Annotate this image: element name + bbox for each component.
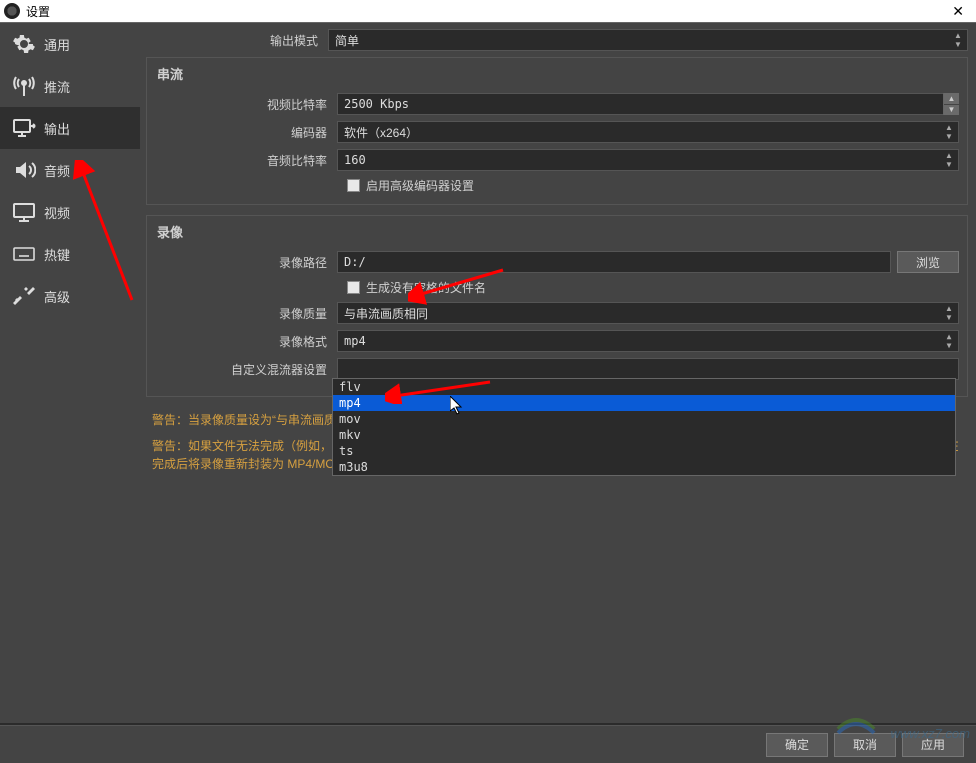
video-bitrate-stepper[interactable]: 2500 Kbps ▲ ▼ xyxy=(337,93,959,115)
encoder-label: 编码器 xyxy=(155,124,337,141)
close-icon[interactable]: ✕ xyxy=(944,3,972,20)
watermark-text: www.xz7.com xyxy=(891,726,970,741)
video-bitrate-value[interactable]: 2500 Kbps xyxy=(337,93,943,115)
footer: 确定 取消 应用 xyxy=(0,725,976,763)
speaker-icon xyxy=(10,156,38,184)
recording-quality-label: 录像质量 xyxy=(155,305,337,322)
obs-icon xyxy=(4,3,20,19)
checkbox-icon[interactable] xyxy=(347,281,360,294)
streaming-title: 串流 xyxy=(157,64,959,83)
body: 通用 推流 输出 音频 视频 xyxy=(0,23,976,723)
watermark-logo-icon xyxy=(836,709,876,737)
sidebar-item-label: 音频 xyxy=(44,161,70,180)
output-mode-value: 简单 xyxy=(335,32,359,49)
tools-icon xyxy=(10,282,38,310)
recording-panel: 录像 录像路径 D:/ 浏览 生成没有空格的文件名 录像质量 与串流画 xyxy=(146,215,968,397)
monitor-out-icon xyxy=(10,114,38,142)
sidebar-item-output[interactable]: 输出 xyxy=(0,107,140,149)
encoder-select[interactable]: 软件（x264） ▲▼ xyxy=(337,121,959,143)
nospace-label: 生成没有空格的文件名 xyxy=(366,279,486,296)
format-option-mov[interactable]: mov xyxy=(333,411,955,427)
output-mode-label: 输出模式 xyxy=(146,32,328,49)
sidebar-item-audio[interactable]: 音频 xyxy=(0,149,140,191)
sidebar-item-stream[interactable]: 推流 xyxy=(0,65,140,107)
antenna-icon xyxy=(10,72,38,100)
audio-bitrate-select[interactable]: 160 ▲▼ xyxy=(337,149,959,171)
recording-format-value: mp4 xyxy=(344,334,366,348)
monitor-icon xyxy=(10,198,38,226)
recording-format-dropdown[interactable]: flv mp4 mov mkv ts m3u8 xyxy=(332,378,956,476)
recording-path-label: 录像路径 xyxy=(155,254,337,271)
sidebar-item-advanced[interactable]: 高级 xyxy=(0,275,140,317)
recording-quality-value: 与串流画质相同 xyxy=(344,305,428,322)
format-option-mkv[interactable]: mkv xyxy=(333,427,955,443)
encoder-value: 软件（x264） xyxy=(344,124,418,141)
sidebar: 通用 推流 输出 音频 视频 xyxy=(0,23,140,723)
audio-bitrate-value: 160 xyxy=(344,153,366,167)
audio-bitrate-label: 音频比特率 xyxy=(155,152,337,169)
streaming-panel: 串流 视频比特率 2500 Kbps ▲ ▼ 编码器 xyxy=(146,57,968,205)
sidebar-item-label: 热键 xyxy=(44,245,70,264)
format-option-flv[interactable]: flv xyxy=(333,379,955,395)
sidebar-item-general[interactable]: 通用 xyxy=(0,23,140,65)
muxer-input[interactable] xyxy=(337,358,959,380)
nospace-row[interactable]: 生成没有空格的文件名 xyxy=(347,279,959,296)
chevron-updown-icon: ▲▼ xyxy=(942,152,956,168)
output-mode-select[interactable]: 简单 ▲▼ xyxy=(328,29,968,51)
sidebar-item-label: 推流 xyxy=(44,77,70,96)
advanced-encoder-row[interactable]: 启用高级编码器设置 xyxy=(347,177,959,194)
stepper-up-icon[interactable]: ▲ xyxy=(944,93,959,104)
muxer-label: 自定义混流器设置 xyxy=(155,361,337,378)
recording-format-select[interactable]: mp4 ▲▼ xyxy=(337,330,959,352)
main-content: 输出模式 简单 ▲▼ 串流 视频比特率 2500 Kbps ▲ ▼ xyxy=(140,23,976,723)
ok-button[interactable]: 确定 xyxy=(766,733,828,757)
video-bitrate-label: 视频比特率 xyxy=(155,96,337,113)
format-option-ts[interactable]: ts xyxy=(333,443,955,459)
recording-path-input[interactable]: D:/ xyxy=(337,251,891,273)
recording-quality-select[interactable]: 与串流画质相同 ▲▼ xyxy=(337,302,959,324)
browse-button[interactable]: 浏览 xyxy=(897,251,959,273)
chevron-updown-icon: ▲▼ xyxy=(942,124,956,140)
chevron-updown-icon: ▲▼ xyxy=(942,305,956,321)
chevron-updown-icon: ▲▼ xyxy=(942,333,956,349)
sidebar-item-label: 输出 xyxy=(44,119,70,138)
recording-path-value: D:/ xyxy=(344,255,366,269)
sidebar-item-label: 视频 xyxy=(44,203,70,222)
advanced-encoder-label: 启用高级编码器设置 xyxy=(366,177,474,194)
window-title: 设置 xyxy=(26,3,50,20)
stepper-down-icon[interactable]: ▼ xyxy=(944,104,959,116)
checkbox-icon[interactable] xyxy=(347,179,360,192)
sidebar-item-label: 高级 xyxy=(44,287,70,306)
chevron-updown-icon: ▲▼ xyxy=(951,32,965,48)
format-option-mp4[interactable]: mp4 xyxy=(333,395,955,411)
sidebar-item-hotkeys[interactable]: 热键 xyxy=(0,233,140,275)
gear-icon xyxy=(10,30,38,58)
output-mode-row: 输出模式 简单 ▲▼ xyxy=(146,29,968,51)
recording-format-label: 录像格式 xyxy=(155,333,337,350)
keyboard-icon xyxy=(10,240,38,268)
sidebar-item-video[interactable]: 视频 xyxy=(0,191,140,233)
titlebar: 设置 ✕ xyxy=(0,0,976,23)
sidebar-item-label: 通用 xyxy=(44,35,70,54)
format-option-m3u8[interactable]: m3u8 xyxy=(333,459,955,475)
recording-title: 录像 xyxy=(157,222,959,241)
